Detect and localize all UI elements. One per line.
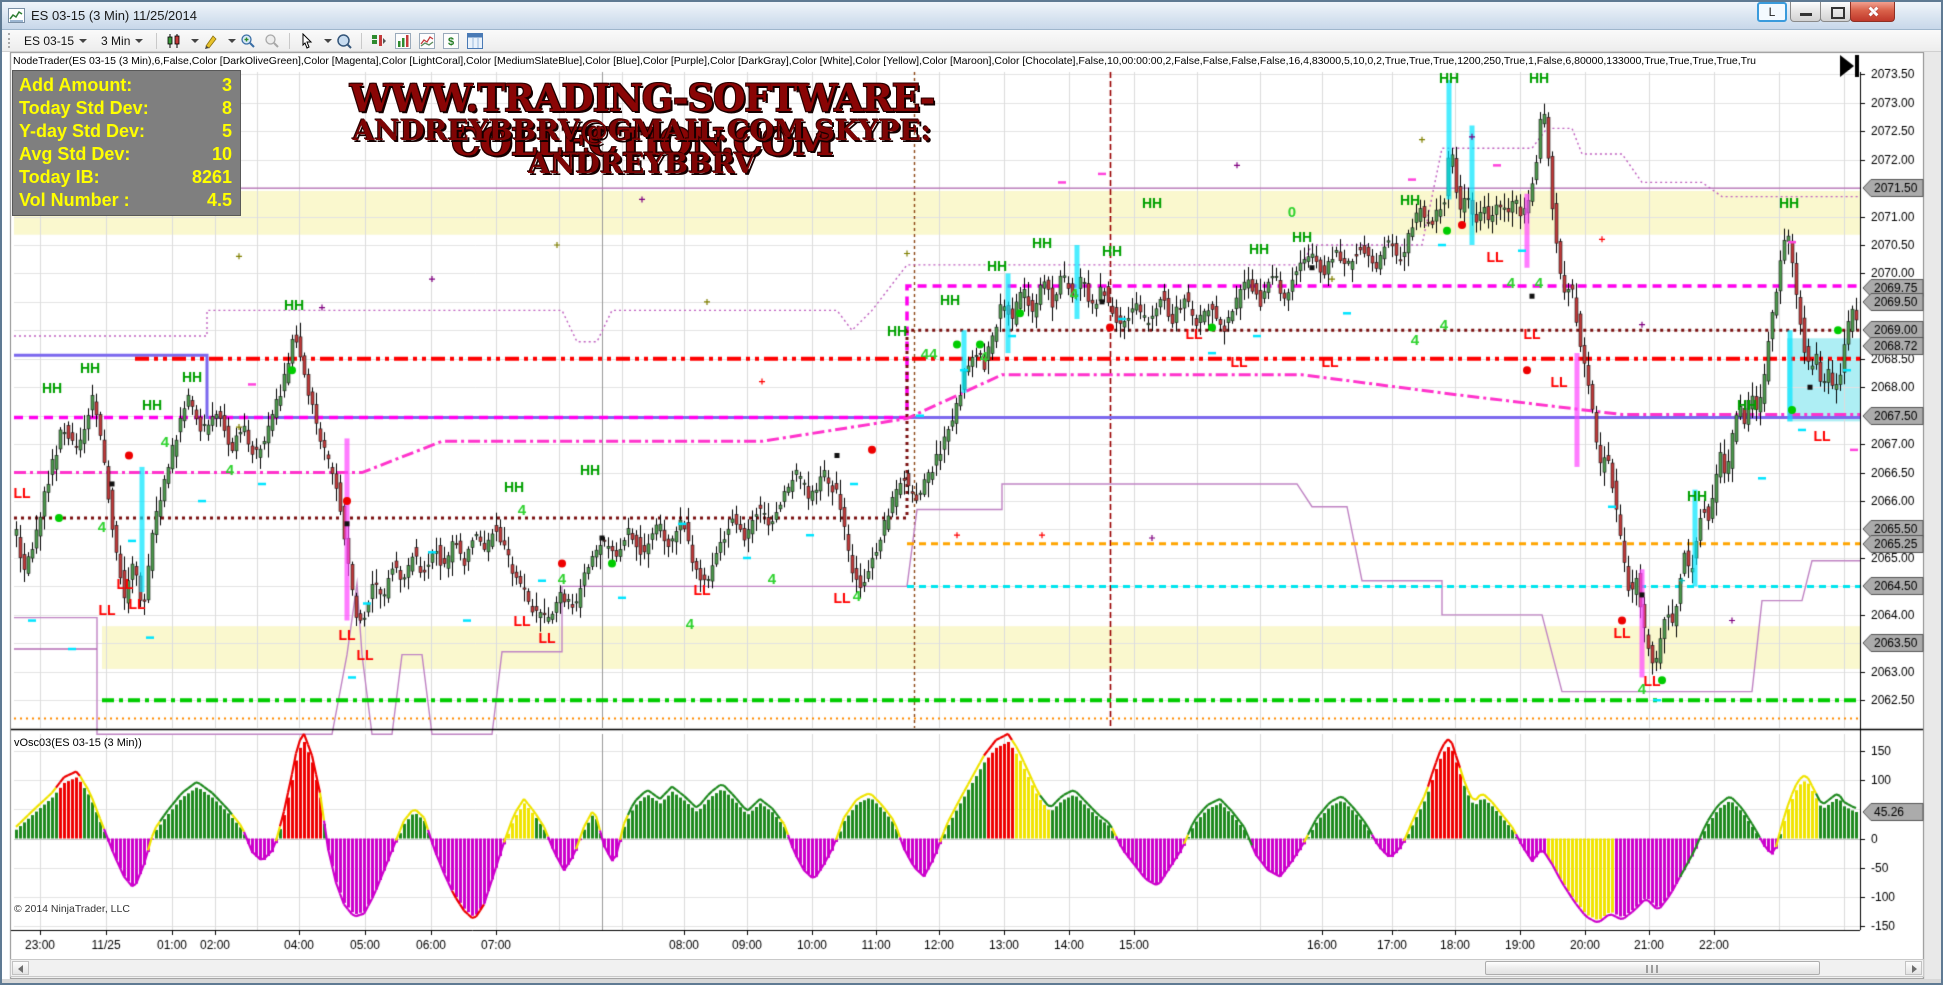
info-value: 5: [222, 120, 232, 143]
close-button[interactable]: [1850, 2, 1895, 22]
window-bottom-frame: [2, 979, 1941, 985]
chart-toolbar: ES 03-15 3 Min: [2, 30, 1941, 52]
info-label: Y-day Std Dev:: [19, 120, 145, 143]
bar-chart-icon: [395, 33, 411, 49]
indicator-info-box: Add Amount: 3 Today Std Dev: 8 Y-day Std D…: [12, 70, 241, 216]
chart-trader-icon: [371, 33, 387, 49]
scrollbar-thumb[interactable]: [1485, 961, 1820, 975]
interval-selector[interactable]: 3 Min: [95, 32, 149, 50]
scroll-right-button[interactable]: [1905, 961, 1922, 975]
chevron-down-icon[interactable]: [191, 39, 199, 43]
chart-canvas[interactable]: [2, 2, 1943, 985]
chevron-down-icon[interactable]: [228, 39, 236, 43]
scrollbar-grip-icon: [1646, 965, 1660, 973]
scroll-left-button[interactable]: [12, 961, 29, 975]
info-label: Vol Number :: [19, 189, 130, 212]
chevron-down-icon[interactable]: [324, 39, 332, 43]
info-value: 4.5: [207, 189, 232, 212]
info-label: Avg Std Dev:: [19, 143, 130, 166]
link-button[interactable]: L: [1757, 2, 1787, 22]
info-value: 8261: [192, 166, 232, 189]
instrument-selector[interactable]: ES 03-15: [18, 32, 93, 50]
instrument-label: ES 03-15: [24, 34, 74, 48]
data-grid-button[interactable]: [464, 31, 486, 50]
toolbar-grip[interactable]: [8, 33, 12, 48]
grid-panel-icon: [467, 33, 483, 49]
candlestick-icon: [166, 33, 182, 49]
zoom-in-icon: [240, 33, 256, 49]
window-title: ES 03-15 (3 Min) 11/25/2014: [31, 8, 197, 23]
window-controls: L: [1757, 2, 1895, 23]
maximize-button[interactable]: [1820, 2, 1851, 22]
toolbar-separator: [361, 33, 362, 49]
toolbar-separator: [289, 33, 290, 49]
info-label: Today IB:: [19, 166, 100, 189]
indicator-panel-button[interactable]: [416, 31, 438, 50]
horizontal-scrollbar[interactable]: [10, 959, 1924, 977]
oscillator-label: vOsc03(ES 03-15 (3 Min)): [14, 737, 142, 749]
info-value: 10: [212, 143, 232, 166]
chart-trader-button[interactable]: [368, 31, 390, 50]
data-box-button[interactable]: [333, 31, 355, 50]
app-window: ES 03-15 (3 Min) 11/25/2014 L ES 03-15 3…: [0, 0, 1943, 985]
dollar-icon: $: [443, 33, 459, 49]
info-label: Today Std Dev:: [19, 97, 149, 120]
svg-text:$: $: [448, 36, 454, 48]
copyright-text: © 2014 NinjaTrader, LLC: [14, 903, 130, 915]
title-bar: ES 03-15 (3 Min) 11/25/2014: [2, 2, 1941, 30]
chart-window-icon: [8, 8, 25, 23]
zoom-out-button[interactable]: [261, 31, 283, 50]
line-chart-icon: [419, 33, 435, 49]
chart-style-button[interactable]: [163, 31, 185, 50]
account-button[interactable]: $: [440, 31, 462, 50]
zoom-in-button[interactable]: [237, 31, 259, 50]
info-value: 3: [222, 74, 232, 97]
magnifier-icon: [336, 33, 352, 49]
toolbar-separator: [156, 33, 157, 49]
cursor-mode-button[interactable]: [296, 31, 318, 50]
interval-label: 3 Min: [101, 34, 130, 48]
info-label: Add Amount:: [19, 74, 132, 97]
minimize-button[interactable]: [1790, 2, 1821, 22]
bars-panel-button[interactable]: [392, 31, 414, 50]
drawing-tools-button[interactable]: [200, 31, 222, 50]
chevron-down-icon: [135, 39, 143, 43]
indicator-parameters: NodeTrader(ES 03-15 (3 Min),6,False,Colo…: [13, 55, 1851, 68]
zoom-out-icon: [264, 33, 280, 49]
cursor-arrow-icon: [299, 33, 315, 49]
arrow-left-icon: [18, 965, 23, 973]
info-value: 8: [222, 97, 232, 120]
pencil-icon: [203, 33, 219, 49]
chevron-down-icon: [79, 39, 87, 43]
arrow-right-icon: [1912, 965, 1917, 973]
